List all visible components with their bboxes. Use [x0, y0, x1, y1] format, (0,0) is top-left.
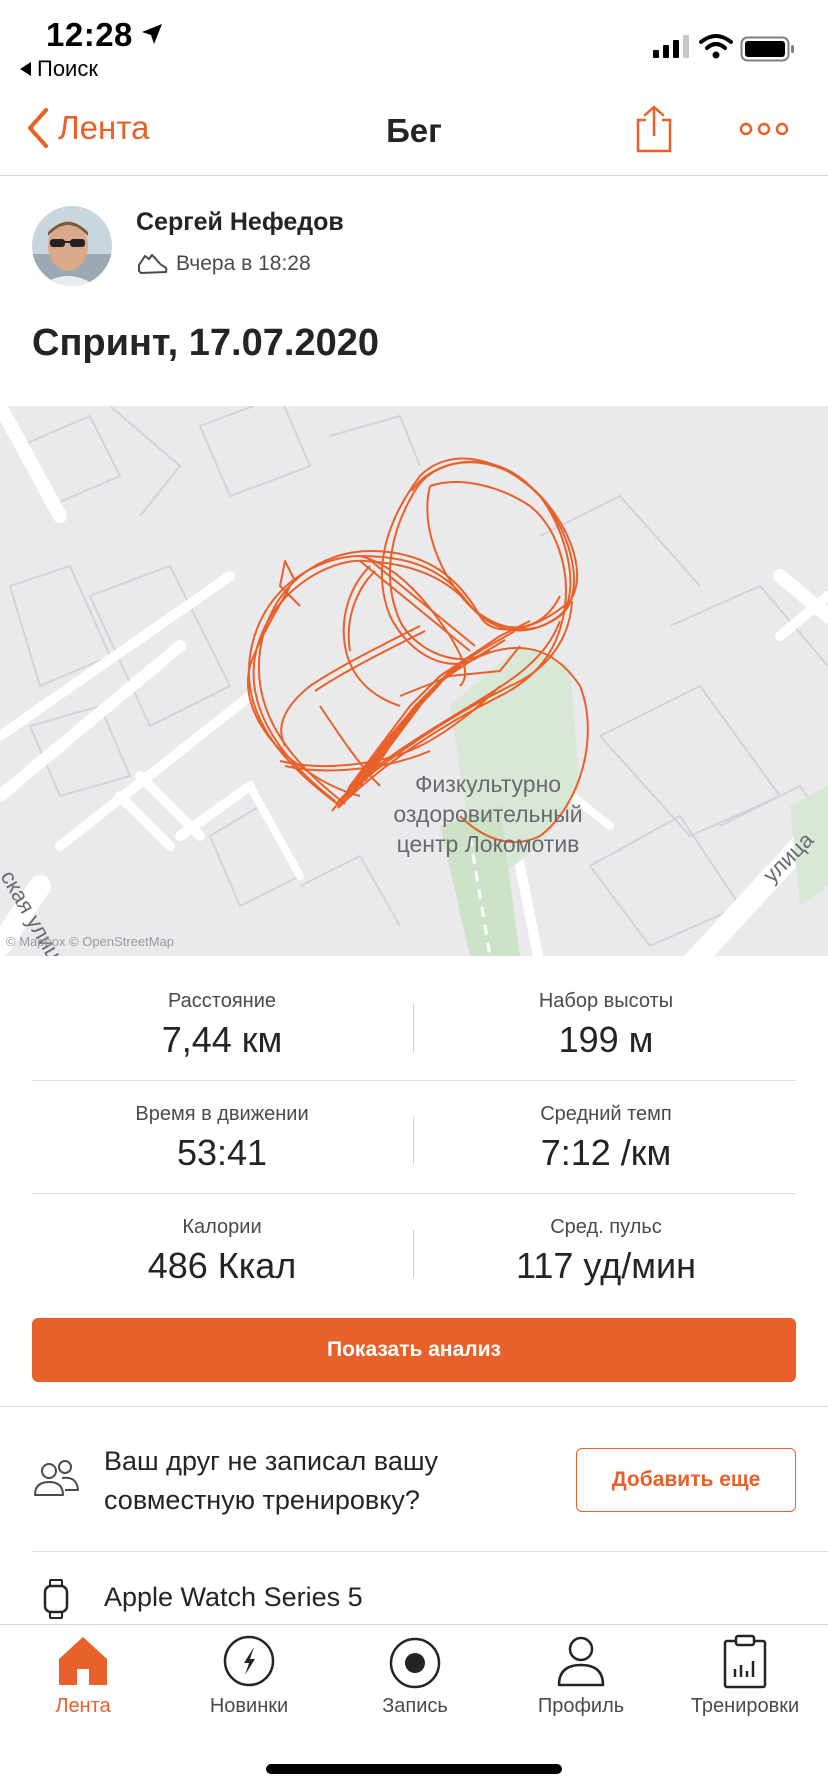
profile-icon [557, 1636, 605, 1687]
back-app-label: Поиск [37, 56, 98, 81]
back-to-app-link[interactable]: Поиск [20, 56, 98, 82]
tab-record[interactable]: Запись [332, 1633, 498, 1718]
cellular-signal-icon [653, 35, 689, 58]
stat-label: Расстояние [167, 990, 277, 1012]
back-triangle-icon [20, 62, 31, 76]
stat-average-pace: Средний темп 7:12 /км [416, 1103, 796, 1174]
section-divider [0, 1406, 828, 1407]
stat-value: 7:12 /км [540, 1132, 672, 1173]
poi-line-3: центр Локомотив [397, 831, 580, 857]
poi-label: Физкультурно оздоровительный центр Локом… [393, 771, 582, 857]
stat-divider [413, 1230, 414, 1278]
tab-label: Профиль [537, 1695, 625, 1717]
stat-label: Калории [182, 1216, 262, 1238]
tab-profile[interactable]: Профиль [498, 1633, 664, 1718]
stat-calories: Калории 486 Ккал [32, 1216, 412, 1287]
more-options-icon[interactable] [738, 114, 790, 144]
device-name: Apple Watch Series 5 [104, 1582, 363, 1612]
navigation-bar: Лента Бег [0, 88, 828, 176]
stat-label: Средний темп [540, 1103, 672, 1125]
status-time: 12:28 [46, 16, 133, 53]
stat-value: 486 Ккал [147, 1245, 297, 1286]
clipboard-chart-icon [723, 1634, 767, 1689]
tab-label: Новинки [209, 1695, 289, 1717]
activity-meta: Вчера в 18:28 [136, 251, 311, 277]
map-canvas: Физкультурно оздоровительный центр Локом… [0, 406, 828, 956]
compass-icon [223, 1635, 275, 1687]
watch-icon [43, 1579, 69, 1619]
battery-icon [740, 36, 794, 62]
stat-value: 7,44 км [161, 1019, 283, 1060]
back-button-label: Лента [58, 109, 150, 146]
stats-row: Калории 486 Ккал Сред. пульс 117 уд/мин [32, 1194, 796, 1307]
stat-value: 53:41 [176, 1132, 268, 1173]
route-map[interactable]: Физкультурно оздоровительный центр Локом… [0, 406, 828, 956]
home-icon [59, 1637, 107, 1685]
activity-title: Спринт, 17.07.2020 [32, 322, 379, 364]
missed-group-activity-prompt: Ваш друг не записал вашу совместную трен… [104, 1446, 439, 1515]
tab-explore[interactable]: Новинки [166, 1633, 332, 1718]
stat-moving-time: Время в движении 53:41 [32, 1103, 412, 1174]
stat-label: Время в движении [135, 1103, 309, 1125]
stats-row: Время в движении 53:41 Средний темп 7:12… [32, 1081, 796, 1194]
stats-row: Расстояние 7,44 км Набор высоты 199 м [32, 968, 796, 1081]
stat-label: Набор высоты [538, 990, 674, 1012]
section-divider [32, 1551, 828, 1552]
location-arrow-icon [142, 24, 162, 44]
tab-training[interactable]: Тренировки [662, 1633, 828, 1718]
map-attribution[interactable]: © Mapbox © OpenStreetMap [6, 934, 174, 949]
athlete-avatar[interactable] [32, 206, 112, 286]
avatar-photo [32, 206, 112, 286]
show-analysis-button[interactable]: Показать анализ [32, 1318, 796, 1382]
record-icon [389, 1637, 441, 1689]
chevron-left-icon [28, 108, 48, 148]
group-people-icon [34, 1460, 79, 1496]
stat-elevation-gain: Набор высоты 199 м [416, 990, 796, 1061]
stat-average-heart-rate: Сред. пульс 117 уд/мин [416, 1216, 796, 1287]
tab-label: Лента [55, 1695, 111, 1717]
activity-timestamp: Вчера в 18:28 [176, 252, 311, 275]
tab-label: Тренировки [690, 1695, 800, 1717]
tab-label: Запись [382, 1695, 448, 1717]
stat-divider [413, 1117, 414, 1165]
stat-distance: Расстояние 7,44 км [32, 990, 412, 1061]
poi-line-1: Физкультурно [415, 771, 561, 797]
stat-divider [413, 1004, 414, 1052]
share-icon[interactable] [632, 104, 676, 154]
tab-feed[interactable]: Лента [0, 1633, 166, 1718]
add-more-button[interactable]: Добавить еще [576, 1448, 796, 1512]
poi-line-2: оздоровительный [393, 801, 582, 827]
wifi-icon [699, 34, 733, 59]
stat-value: 199 м [558, 1019, 654, 1060]
back-button[interactable]: Лента [24, 106, 149, 150]
stat-value: 117 уд/мин [516, 1245, 696, 1286]
shoe-icon [138, 254, 168, 274]
activity-stats: Расстояние 7,44 км Набор высоты 199 м Вр… [32, 968, 796, 1307]
status-bar: 12:28 Поиск [0, 0, 828, 88]
home-indicator[interactable] [266, 1764, 562, 1774]
stat-label: Сред. пульс [550, 1216, 662, 1238]
athlete-name[interactable]: Сергей Нефедов [136, 208, 344, 237]
